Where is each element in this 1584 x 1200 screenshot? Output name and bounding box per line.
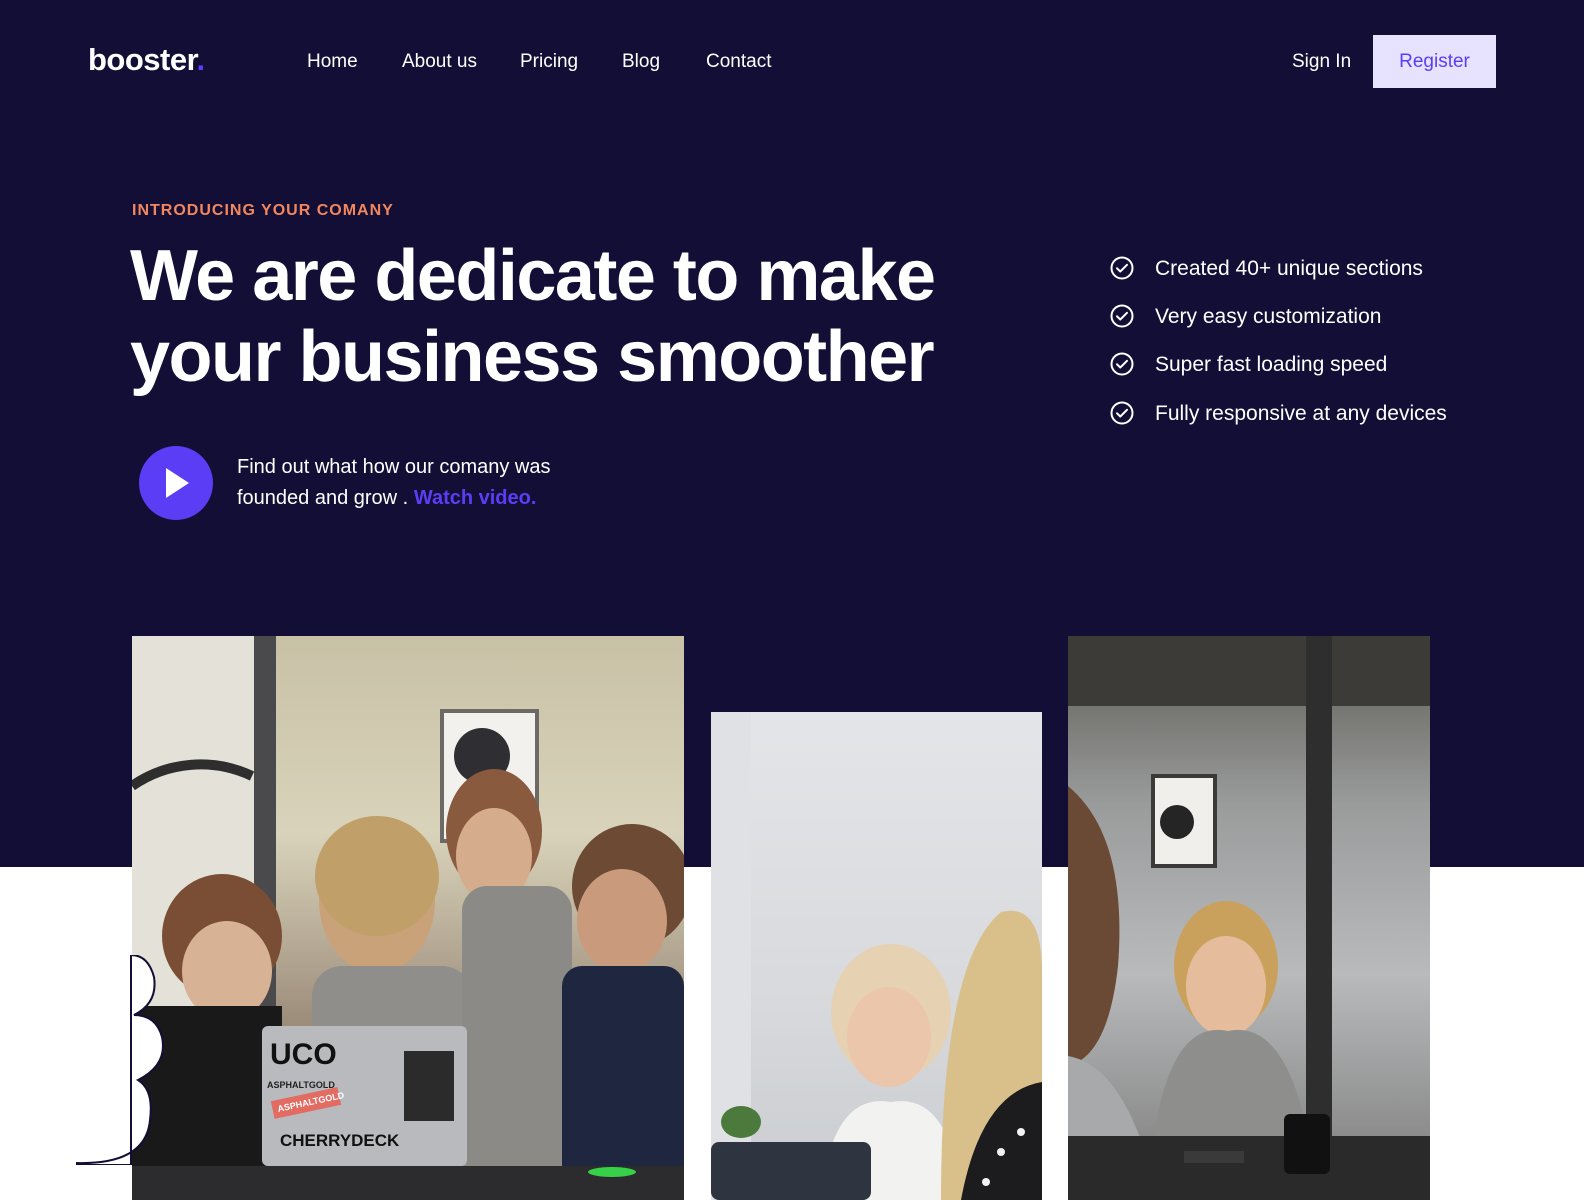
play-video-button[interactable] — [139, 446, 213, 520]
brand-name: booster — [88, 42, 197, 77]
watch-video-link[interactable]: Watch video. — [414, 487, 537, 509]
nav-link-contact[interactable]: Contact — [706, 51, 771, 73]
team-photo-meeting — [1068, 636, 1430, 1200]
hero-headline-line-2: your business smoother — [130, 317, 935, 397]
nav-link-blog[interactable]: Blog — [622, 51, 660, 73]
feature-label: Created 40+ unique sections — [1155, 257, 1423, 280]
laptop-sticker-2: ASPHALTGOLD — [267, 1080, 335, 1090]
nav-link-home[interactable]: Home — [307, 51, 358, 73]
check-circle-icon — [1110, 304, 1134, 328]
check-circle-icon — [1110, 256, 1134, 280]
play-icon — [166, 468, 189, 498]
feature-label: Super fast loading speed — [1155, 353, 1388, 376]
check-circle-icon — [1110, 352, 1134, 376]
hero-headline: We are dedicate to make your business sm… — [130, 236, 1030, 398]
nav-link-pricing[interactable]: Pricing — [520, 51, 578, 73]
team-photo-laptop: UCO ASPHALTGOLD ASPHALTGOLD CHERRYDECK — [132, 636, 684, 1200]
sign-in-link[interactable]: Sign In — [1292, 51, 1351, 73]
laptop-sticker-logo: UCO — [270, 1038, 337, 1071]
laptop-sticker-3: CHERRYDECK — [280, 1131, 400, 1150]
feature-label: Fully responsive at any devices — [1155, 402, 1447, 425]
brand-dot: . — [196, 42, 205, 77]
feature-label: Very easy customization — [1155, 305, 1382, 328]
register-button[interactable]: Register — [1373, 35, 1496, 88]
check-circle-icon — [1110, 401, 1134, 425]
team-photo-laughing — [711, 712, 1042, 1200]
hero-eyebrow: INTRODUCING YOUR COMANY — [132, 202, 394, 219]
video-caption: Find out what how our comany was founded… — [237, 452, 597, 514]
hero-headline-line-1: We are dedicate to make — [130, 236, 936, 316]
brand-logo[interactable]: booster. — [88, 42, 205, 78]
decorative-blob — [76, 955, 166, 1165]
nav-link-about-us[interactable]: About us — [402, 51, 477, 73]
